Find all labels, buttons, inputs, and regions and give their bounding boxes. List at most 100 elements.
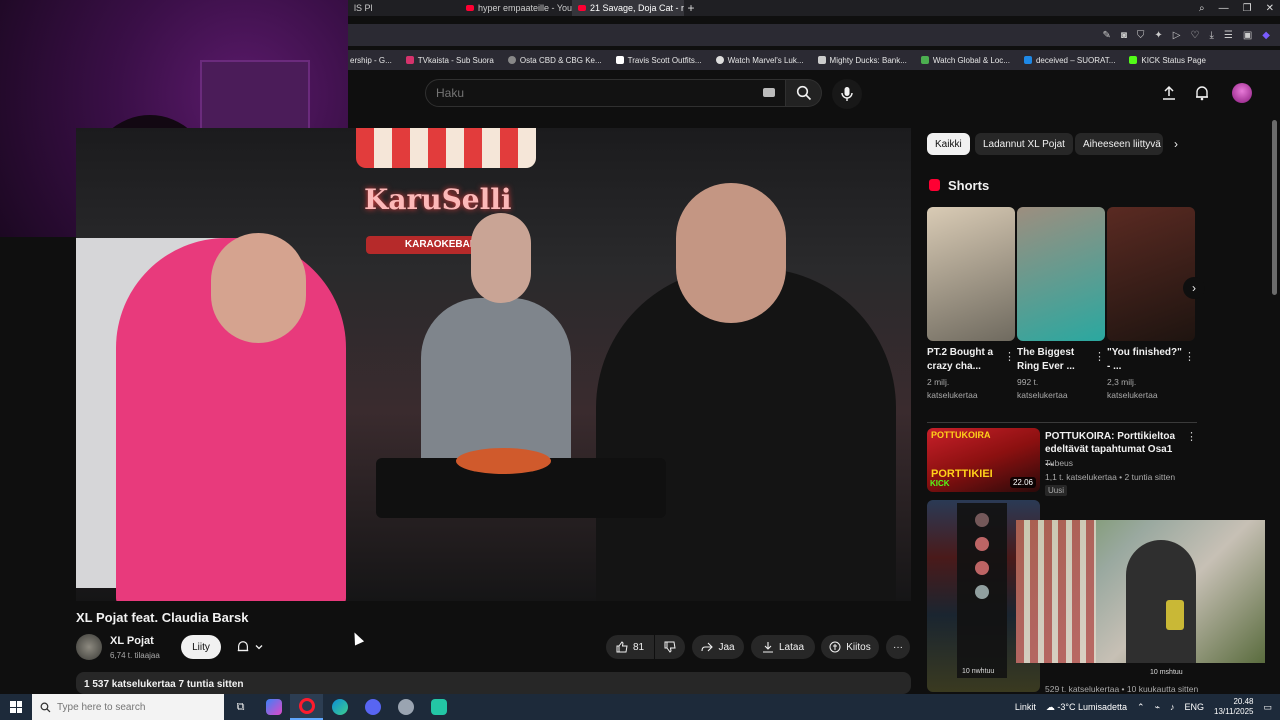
short-card[interactable]: "You finished?" - ... 2,3 milj. katseluke… [1107, 207, 1195, 402]
gear-icon [397, 699, 414, 715]
browser-tab-2[interactable]: 21 Savage, Doja Cat - n.h [572, 0, 684, 16]
restore-button[interactable]: ❐ [1243, 3, 1252, 14]
search-button[interactable] [786, 79, 822, 107]
close-window-button[interactable]: ✕ [1266, 3, 1274, 14]
short-thumbnail[interactable] [1017, 207, 1105, 341]
task-view-button[interactable]: ⧉ [224, 694, 257, 720]
join-button[interactable]: Liity [181, 635, 221, 659]
more-vert-icon[interactable]: ⋮ [1186, 430, 1197, 443]
search-tabs-icon[interactable]: ⌕ [1199, 3, 1205, 14]
upload-button[interactable] [1158, 82, 1180, 104]
bookmark-item[interactable]: Travis Scott Outfits... [615, 56, 702, 65]
screenshot-icon[interactable]: ◙ [1121, 30, 1127, 41]
bookmark-item[interactable]: Mighty Ducks: Bank... [817, 56, 907, 65]
short-title[interactable]: The Biggest Ring Ever ... [1017, 346, 1093, 374]
like-button[interactable]: 81 [606, 635, 654, 659]
search-input[interactable] [436, 86, 756, 100]
bookmark-item[interactable]: Watch Global & Loc... [920, 56, 1010, 65]
thanks-button[interactable]: Kiitos [821, 635, 879, 659]
video-duration: 22.06 [1009, 477, 1036, 488]
heart-icon[interactable]: ♡ [1190, 30, 1199, 41]
taskbar-app-edge[interactable] [323, 694, 356, 720]
short-card[interactable]: The Biggest Ring Ever ... 992 t. katseluk… [1017, 207, 1105, 402]
short-thumbnail[interactable] [1107, 207, 1195, 341]
menu-icon[interactable]: ☰ [1224, 30, 1233, 41]
notification-center-icon[interactable]: ▭ [1263, 702, 1272, 713]
download-button[interactable]: Lataa [751, 635, 815, 659]
edit-icon[interactable]: ✎ [1102, 30, 1110, 41]
profile-icon[interactable]: ◆ [1262, 30, 1270, 41]
taskbar-app-settings[interactable] [389, 694, 422, 720]
browser-tab-0[interactable]: lS Pl [348, 0, 460, 16]
thanks-label: Kiitos [846, 641, 871, 653]
bookmark-item[interactable]: TVkaista - Sub Suora [405, 56, 494, 65]
bookmark-item[interactable]: Watch Marvel's Luk... [715, 55, 804, 65]
browser-tab-1[interactable]: hyper empaateille - YouTu [460, 0, 572, 16]
taskbar-app-streaming[interactable] [422, 694, 455, 720]
chip-related[interactable]: Aiheeseen liittyvä [1075, 133, 1163, 155]
page-icon [615, 56, 624, 64]
weather-widget[interactable]: ☁ -3°C Lumisadetta [1046, 702, 1127, 713]
chip-uploaded-by-channel[interactable]: Ladannut XL Pojat [975, 133, 1073, 155]
more-actions-button[interactable]: ··· [886, 635, 910, 659]
short-card[interactable]: PT.2 Bought a crazy cha... 2 milj. katsel… [927, 207, 1015, 402]
bookmark-item[interactable]: Osta CBD & CBG Ke... [507, 55, 602, 65]
like-count: 81 [632, 641, 645, 653]
shield-icon[interactable]: ⛉ [1137, 30, 1145, 41]
clock[interactable]: 20.48 13/11/2025 [1214, 697, 1253, 717]
bookmark-label: Watch Marvel's Luk... [727, 55, 804, 65]
chevron-right-icon[interactable]: › [1174, 137, 1178, 151]
short-thumbnail[interactable] [927, 207, 1015, 341]
chip-all[interactable]: Kaikki [927, 133, 970, 155]
dislike-button[interactable] [655, 635, 685, 659]
more-vert-icon[interactable]: ⋮ [1184, 350, 1195, 363]
bookmark-item[interactable]: KICK Status Page [1129, 56, 1206, 65]
voice-search-button[interactable] [832, 79, 862, 109]
links-toolbar[interactable]: Linkit [1015, 702, 1036, 712]
short-title[interactable]: "You finished?" - ... [1107, 346, 1183, 374]
extension-icon[interactable]: ✦ [1154, 30, 1162, 41]
account-avatar[interactable] [1232, 83, 1252, 103]
chevron-up-icon[interactable]: ⌃ [1137, 702, 1145, 713]
person-middle-head [471, 213, 531, 303]
taskbar-search[interactable] [32, 694, 224, 720]
volume-icon[interactable]: ♪ [1170, 702, 1175, 712]
shorts-icon [929, 179, 940, 191]
tab-label: 21 Savage, Doja Cat - n.h [590, 3, 684, 13]
more-vert-icon[interactable]: ⋮ [1094, 350, 1105, 363]
share-button[interactable]: Jaa [692, 635, 744, 659]
new-tab-button[interactable]: + [684, 1, 698, 15]
wallet-icon[interactable]: ▣ [1243, 30, 1252, 41]
taskbar-app-opera[interactable] [290, 694, 323, 720]
thanks-icon [829, 641, 841, 653]
subscription-bell-button[interactable] [228, 635, 272, 659]
video-title: XL Pojat feat. Claudia Barsk [76, 610, 249, 625]
shorts-next-button[interactable]: › [1183, 277, 1205, 299]
search-box[interactable] [425, 79, 786, 107]
short-title[interactable]: PT.2 Bought a crazy cha... [927, 346, 1003, 374]
network-icon[interactable]: ⌁ [1155, 702, 1160, 713]
start-button[interactable] [0, 694, 32, 720]
keyboard-icon[interactable] [763, 88, 775, 97]
taskbar-app-copilot[interactable] [257, 694, 290, 720]
bookmark-label: Osta CBD & CBG Ke... [519, 55, 602, 65]
minimize-button[interactable]: — [1219, 3, 1229, 14]
download-icon[interactable]: ⤓ [1209, 30, 1213, 41]
taskbar-app-discord[interactable] [356, 694, 389, 720]
stream-video-overlay [1016, 520, 1265, 663]
description-box[interactable]: 1 537 katselukertaa 7 tuntia sitten [76, 672, 911, 694]
thumbnail-kick-text: KICK [930, 479, 950, 488]
bookmark-item[interactable]: deceived – SUORAT... [1023, 56, 1115, 65]
play-icon[interactable]: ▷ [1173, 30, 1181, 41]
more-vert-icon[interactable]: ⋮ [1004, 350, 1015, 363]
page-scrollbar[interactable] [1272, 120, 1277, 295]
notifications-button[interactable] [1191, 82, 1213, 104]
channel-name[interactable]: XL Pojat [110, 635, 154, 647]
channel-avatar[interactable] [76, 634, 102, 660]
recommended-channel[interactable]: Tubeus [1045, 458, 1073, 468]
taskbar-search-input[interactable] [57, 701, 217, 713]
language-indicator[interactable]: ENG [1185, 702, 1205, 712]
bookmark-item[interactable]: ership - G... [350, 56, 392, 65]
video-player[interactable]: KaruSelli KARAOKEBAR [76, 128, 911, 601]
recommended-thumbnail[interactable]: POTTUKOIRA PORTTIKIEI KICK 22.06 [927, 428, 1040, 492]
